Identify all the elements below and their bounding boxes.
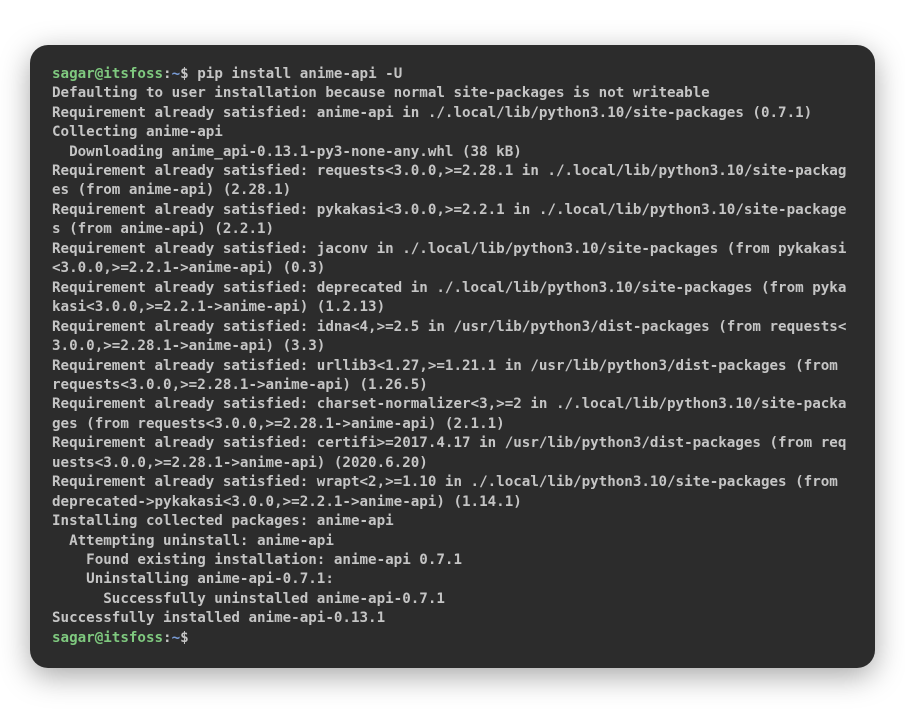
output-line: Found existing installation: anime-api 0… [52, 552, 462, 568]
output-line: Installing collected packages: anime-api [52, 513, 394, 529]
prompt-dollar: $ [180, 630, 197, 646]
output-line: Requirement already satisfied: wrapt<2,>… [52, 474, 846, 509]
output-line: Requirement already satisfied: jaconv in… [52, 241, 846, 276]
prompt-user: sagar@itsfoss [52, 630, 163, 646]
prompt-dollar: $ [180, 66, 197, 82]
output-line: Requirement already satisfied: urllib3<1… [52, 358, 846, 393]
prompt-user: sagar@itsfoss [52, 66, 163, 82]
output-line: Requirement already satisfied: requests<… [52, 163, 846, 198]
output-line: Uninstalling anime-api-0.7.1: [52, 571, 334, 587]
output-line: Downloading anime_api-0.13.1-py3-none-an… [52, 144, 522, 160]
output-line: Requirement already satisfied: deprecate… [52, 280, 846, 315]
output-line: Collecting anime-api [52, 124, 223, 140]
output-line: Requirement already satisfied: pykakasi<… [52, 202, 846, 237]
output-line: Attempting uninstall: anime-api [52, 533, 334, 549]
output-line: Successfully uninstalled anime-api-0.7.1 [52, 591, 445, 607]
prompt-path: ~ [172, 630, 181, 646]
output-line: Requirement already satisfied: anime-api… [52, 105, 812, 121]
terminal-content[interactable]: sagar@itsfoss:~$ pip install anime-api -… [52, 65, 853, 649]
prompt-colon: : [163, 630, 172, 646]
terminal-window: sagar@itsfoss:~$ pip install anime-api -… [30, 45, 875, 669]
command-text: pip install anime-api -U [197, 66, 402, 82]
prompt-colon: : [163, 66, 172, 82]
output-line: Successfully installed anime-api-0.13.1 [52, 610, 385, 626]
output-line: Requirement already satisfied: idna<4,>=… [52, 319, 846, 354]
output-line: Requirement already satisfied: certifi>=… [52, 435, 846, 470]
prompt-path: ~ [172, 66, 181, 82]
output-line: Requirement already satisfied: charset-n… [52, 396, 846, 431]
output-line: Defaulting to user installation because … [52, 85, 710, 101]
